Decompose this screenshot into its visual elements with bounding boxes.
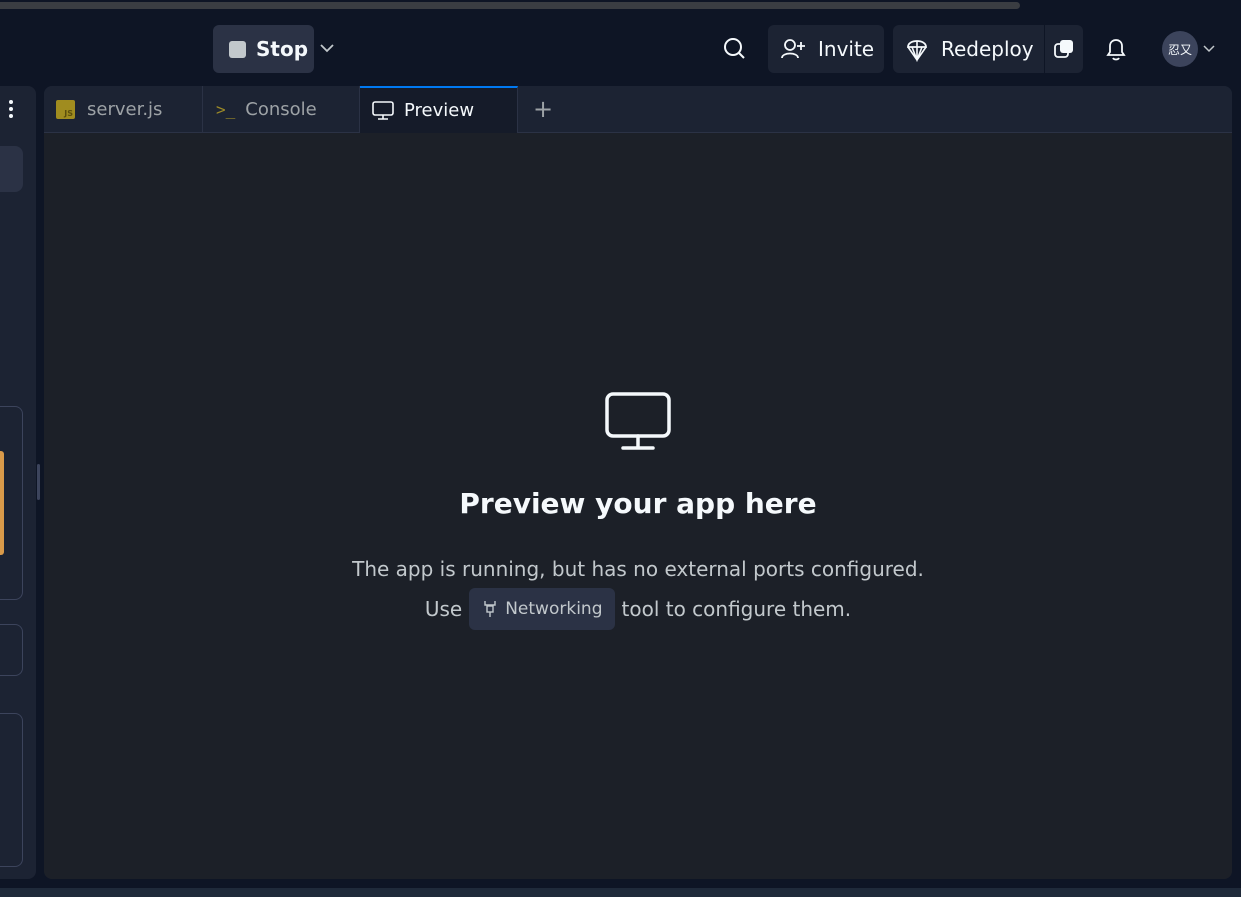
monitor-icon <box>372 100 394 120</box>
monitor-icon <box>605 392 671 450</box>
deploy-icon <box>907 40 927 62</box>
configure-text: tool to configure them. <box>621 597 852 621</box>
kebab-menu-icon[interactable] <box>6 98 16 120</box>
stop-icon <box>229 40 246 58</box>
sidebar-item[interactable] <box>0 624 23 676</box>
tab-label: Console <box>245 99 317 120</box>
layers-icon <box>1054 40 1073 58</box>
bell-icon[interactable] <box>1102 34 1130 64</box>
stop-button[interactable]: Stop <box>213 25 314 73</box>
redeploy-button[interactable]: Redeploy <box>893 25 1044 73</box>
tab-console[interactable]: >_ Console <box>204 86 360 133</box>
add-user-icon <box>781 39 805 59</box>
left-sidebar <box>0 86 36 879</box>
workspace-header: Stop Invite Redeploy 忍又 <box>0 12 1241 86</box>
networking-chip[interactable]: Networking <box>469 588 615 630</box>
sidebar-card[interactable] <box>0 406 23 600</box>
avatar[interactable]: 忍又 <box>1162 31 1198 67</box>
add-tab-button[interactable]: + <box>532 95 554 123</box>
deploy-panel-button[interactable] <box>1045 25 1083 73</box>
taskbar-edge <box>0 888 1241 897</box>
chevron-down-icon[interactable] <box>1202 41 1216 55</box>
redeploy-label: Redeploy <box>941 37 1034 61</box>
tab-bar: JS server.js >_ Console Preview + <box>44 86 1232 133</box>
js-file-icon: JS <box>56 100 75 119</box>
preview-content: Preview your app here The app is running… <box>44 133 1232 879</box>
stop-label: Stop <box>256 37 309 61</box>
scroll-indicator <box>0 2 1020 9</box>
window-top-strip <box>0 0 1241 12</box>
preview-line-2: Use Networking tool to configure them. <box>44 588 1232 630</box>
tab-label: Preview <box>404 100 475 121</box>
networking-icon <box>484 601 496 617</box>
tab-server-js[interactable]: JS server.js <box>44 86 203 133</box>
preview-title: Preview your app here <box>459 487 817 520</box>
sidebar-button[interactable] <box>0 146 23 192</box>
resize-handle[interactable] <box>37 464 40 500</box>
use-text: Use <box>424 597 463 621</box>
sidebar-panel[interactable] <box>0 713 23 867</box>
thumbnail <box>0 451 4 555</box>
pane: JS server.js >_ Console Preview + Previe… <box>44 86 1232 879</box>
preview-description: The app is running, but has no external … <box>44 550 1232 630</box>
search-icon[interactable] <box>720 34 750 64</box>
tab-preview[interactable]: Preview <box>360 86 518 133</box>
invite-label: Invite <box>818 37 875 61</box>
networking-label: Networking <box>505 599 603 619</box>
invite-button[interactable]: Invite <box>768 25 884 73</box>
preview-line-1: The app is running, but has no external … <box>352 557 924 581</box>
chevron-down-icon[interactable] <box>318 39 336 57</box>
terminal-icon: >_ <box>216 100 236 119</box>
tab-label: server.js <box>87 99 163 120</box>
